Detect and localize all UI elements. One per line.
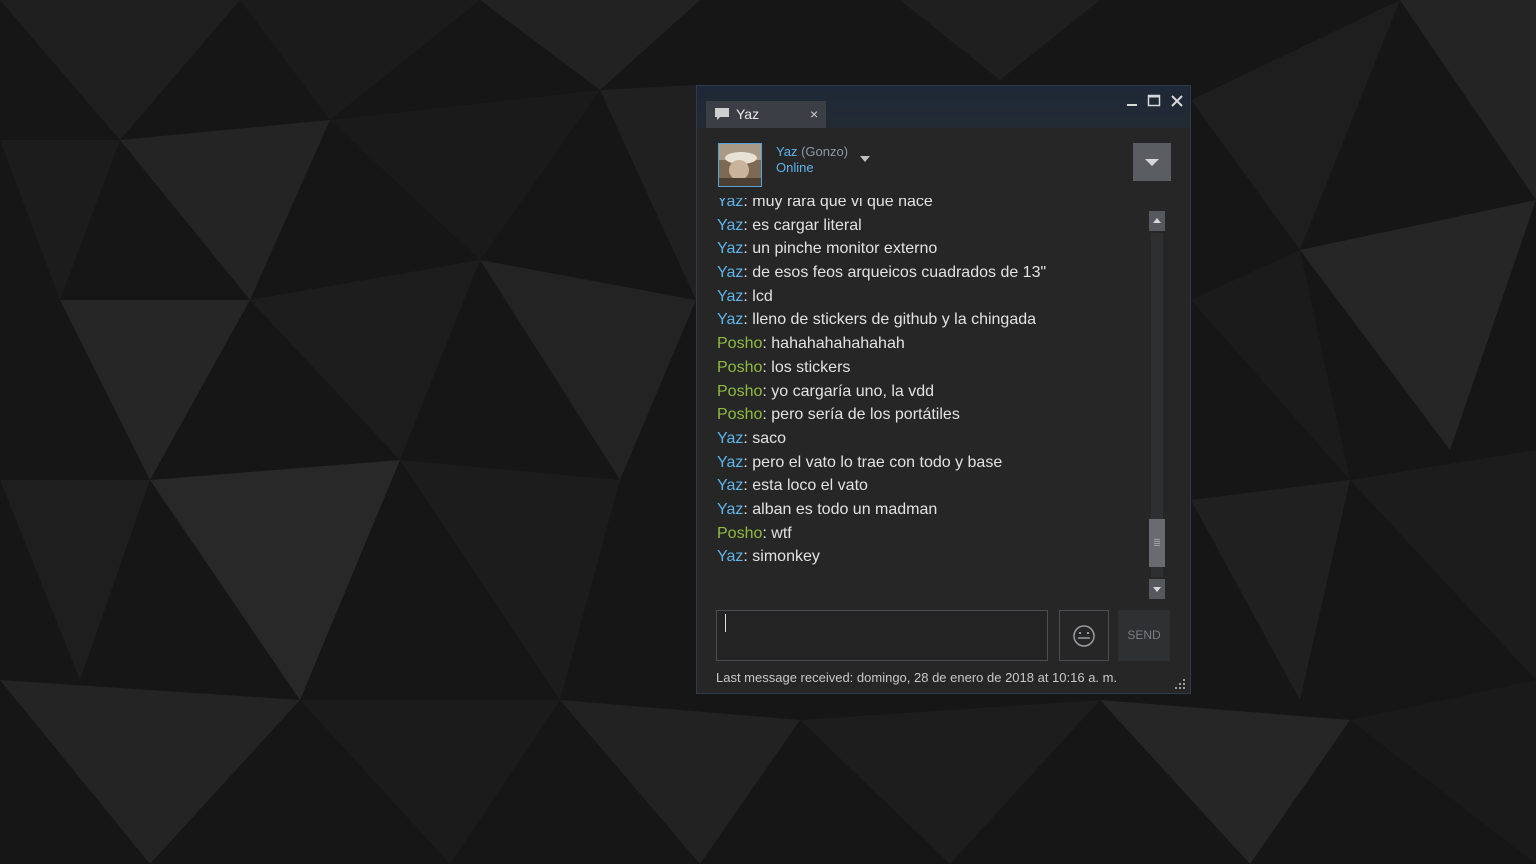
scroll-thumb[interactable] [1149,519,1165,567]
chat-message: Yaz: lcd [717,285,1147,309]
message-sender[interactable]: Yaz [717,501,743,518]
chat-message: Yaz: esta loco el vato [717,474,1147,498]
text-caret [725,614,726,632]
friend-header: Yaz (Gonzo) Online [697,128,1190,198]
sender-separator: : [762,358,772,376]
emoticon-button[interactable] [1059,610,1109,661]
chat-message: Yaz: pero el vato lo trae con todo y bas… [717,451,1147,475]
friend-name-text: Yaz [776,144,798,159]
chat-message: Posho: los stickers [717,356,1147,380]
message-sender[interactable]: Yaz [717,288,743,305]
message-sender[interactable]: Yaz [717,217,743,234]
sender-separator: : [743,216,753,234]
close-window-button[interactable] [1168,92,1186,110]
friend-status: Online [776,160,814,175]
chat-message: Yaz: es cargar literal [717,214,1147,238]
message-text: es cargar literal [752,216,862,234]
chat-message: Posho: hahahahahahahah [717,332,1147,356]
message-text: yo cargaría uno, la vdd [771,382,935,400]
message-sender[interactable]: Yaz [717,198,743,210]
chat-log: Yaz: muy rara que vi que hace Yaz: es car… [717,198,1147,603]
message-text: los stickers [771,358,851,376]
scroll-down-button[interactable] [1149,579,1165,599]
sender-separator: : [743,198,753,210]
message-text: muy rara que vi que hace [752,198,933,210]
friend-name[interactable]: Yaz (Gonzo) [776,144,848,159]
chat-message: Yaz: simonkey [717,545,1147,569]
message-text: un pinche monitor externo [752,240,938,258]
chat-scrollbar[interactable] [1149,211,1165,599]
message-sender[interactable]: Yaz [717,430,743,447]
chat-message: Yaz: lleno de stickers de github y la ch… [717,308,1147,332]
last-message-received: Last message received: domingo, 28 de en… [716,670,1118,685]
message-sender[interactable]: Yaz [717,311,743,328]
chat-message: Yaz: muy rara que vi que hace [717,198,1147,214]
sender-separator: : [743,429,753,447]
send-button[interactable]: SEND [1118,610,1170,661]
message-text: wtf [771,524,792,542]
message-text: lleno de stickers de github y la chingad… [752,311,1037,329]
message-input[interactable] [716,610,1048,661]
message-sender[interactable]: Posho [717,406,762,423]
message-text: alban es todo un madman [752,500,938,518]
chevron-down-icon[interactable] [860,149,870,167]
message-sender[interactable]: Posho [717,525,762,542]
message-sender[interactable]: Yaz [717,548,743,565]
composer: SEND Last message received: domingo, 28 … [697,603,1190,693]
message-text: lcd [752,287,773,305]
smiley-icon [1073,625,1095,647]
friend-nickname: (Gonzo) [801,144,849,159]
message-text: de esos feos arqueicos cuadrados de 13" [752,264,1047,282]
chat-message: Yaz: un pinche monitor externo [717,237,1147,261]
tab-yaz[interactable]: Yaz × [706,101,826,128]
message-text: esta loco el vato [752,477,868,495]
minimize-button[interactable] [1123,92,1141,110]
tab-close-button[interactable]: × [810,106,818,122]
message-sender[interactable]: Yaz [717,477,743,494]
sender-separator: : [762,382,772,400]
sender-separator: : [743,477,753,495]
message-sender[interactable]: Yaz [717,264,743,281]
message-text: simonkey [752,548,820,566]
sender-separator: : [762,524,772,542]
chat-message: Posho: wtf [717,522,1147,546]
sender-separator: : [743,500,753,518]
sender-separator: : [762,335,772,353]
avatar[interactable] [718,143,762,187]
sender-separator: : [743,264,753,282]
message-sender[interactable]: Posho [717,335,762,352]
chat-message: Yaz: saco [717,427,1147,451]
tab-label: Yaz [736,106,760,122]
message-sender[interactable]: Yaz [717,454,743,471]
message-sender[interactable]: Yaz [717,240,743,257]
message-text: hahahahahahahah [771,335,905,353]
chat-message: Posho: yo cargaría uno, la vdd [717,380,1147,404]
message-sender[interactable]: Posho [717,383,762,400]
maximize-button[interactable] [1145,92,1163,110]
scroll-up-button[interactable] [1149,211,1165,231]
chat-message: Yaz: alban es todo un madman [717,498,1147,522]
message-text: pero el vato lo trae con todo y base [752,453,1003,471]
chat-options-button[interactable] [1133,143,1171,181]
chat-window: Yaz × Yaz (Gonzo) Online Yaz: muy rara q… [696,85,1191,694]
sender-separator: : [743,287,753,305]
message-text: pero sería de los portátiles [771,406,960,424]
sender-separator: : [743,240,753,258]
chat-message: Yaz: de esos feos arqueicos cuadrados de… [717,261,1147,285]
sender-separator: : [743,311,753,329]
resize-grip-icon[interactable] [1173,677,1187,696]
chat-bubble-icon [714,107,730,124]
message-text: saco [752,429,787,447]
message-sender[interactable]: Posho [717,359,762,376]
chat-message: Posho: pero sería de los portátiles [717,403,1147,427]
sender-separator: : [743,548,753,566]
sender-separator: : [743,453,753,471]
title-bar[interactable]: Yaz × [697,86,1190,128]
sender-separator: : [762,406,772,424]
